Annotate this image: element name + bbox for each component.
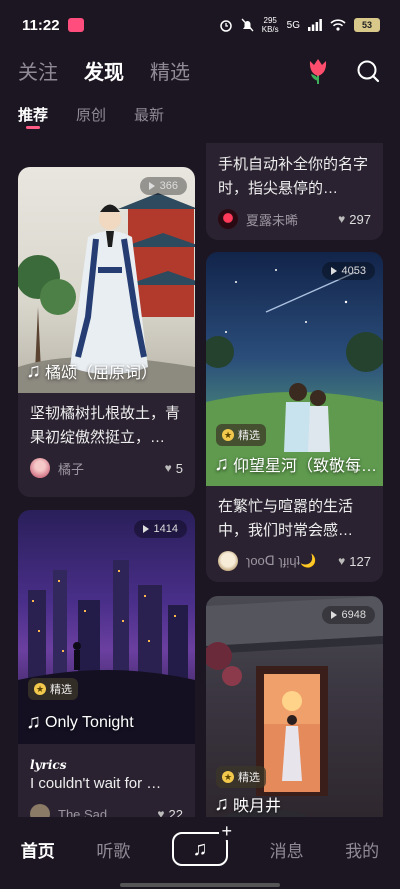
song-title: 映月井: [233, 798, 282, 815]
play-count: 6948: [321, 606, 375, 624]
star-icon: ★: [222, 429, 234, 441]
play-icon: [330, 267, 337, 275]
top-tabs: 关注 发现 精选: [18, 56, 190, 85]
card-cover[interactable]: 6948 ★ 精选 ♫ 映月井: [206, 596, 383, 818]
song-card[interactable]: 1414 ★ 精选 ♫ Only Tonight lyrics I couldn…: [18, 510, 195, 818]
featured-badge: ★ 精选: [28, 678, 78, 700]
heart-icon[interactable]: ♥: [165, 461, 172, 475]
avatar[interactable]: [218, 551, 238, 571]
play-count: 1414: [133, 520, 187, 538]
tab-featured[interactable]: 精选: [150, 56, 190, 85]
sub-tabs: 推荐 原创 最新: [18, 104, 164, 129]
plus-icon: +: [219, 821, 234, 841]
cover-illustration: [18, 560, 195, 744]
alarm-icon: [220, 20, 232, 32]
app-notification-icon: [67, 18, 84, 32]
cover-illustration: [206, 269, 383, 486]
bottom-nav: 首页 听歌 ♫ + 消息 我的: [0, 817, 400, 889]
song-title: Only Tonight: [45, 713, 134, 731]
song-title: 仰望星河（致敬每…: [233, 458, 378, 475]
song-card[interactable]: 366 ♫ 橘颂（屈原词） 坚韧橘树扎根故土，青果初绽傲然挺立，… 橘子 ♥ 5: [18, 167, 195, 497]
nav-listen[interactable]: 听歌: [96, 837, 130, 862]
play-icon: [148, 182, 155, 190]
avatar[interactable]: [218, 209, 238, 229]
card-cover[interactable]: 1414 ★ 精选 ♫ Only Tonight: [18, 510, 195, 744]
lyrics-label: lyrics: [30, 758, 67, 772]
net-speed-unit: KB/s: [261, 25, 279, 34]
like-count: 5: [175, 460, 183, 476]
nav-me[interactable]: 我的: [345, 837, 379, 862]
song-card[interactable]: 6948 ★ 精选 ♫ 映月井: [206, 596, 383, 818]
feed[interactable]: 手机自动补全你的名字时，指尖悬停的… 夏露未晞 ♥ 297 366 ♫ 橘颂（屈…: [0, 143, 400, 818]
like-count: 127: [349, 553, 371, 569]
play-count: 366: [139, 177, 187, 195]
play-icon: [330, 611, 337, 619]
create-music-button[interactable]: ♫ +: [171, 822, 234, 866]
music-note-icon: ♫: [214, 792, 229, 815]
network-type: 5G: [286, 19, 300, 31]
music-note-icon: ♫: [26, 359, 41, 382]
card-cover[interactable]: 4053 ★ 精选 ♫ 仰望星河（致敬每…: [206, 252, 383, 486]
avatar[interactable]: [30, 458, 50, 478]
card-description: 在繁忙与喧嚣的生活中，我们时常会感…: [218, 498, 354, 539]
music-note-icon: ♫: [214, 452, 229, 475]
card-cover[interactable]: 366 ♫ 橘颂（屈原词）: [18, 167, 195, 393]
subtab-recommend[interactable]: 推荐: [18, 104, 48, 129]
song-title: 橘颂（屈原词）: [45, 365, 158, 382]
star-icon: ★: [34, 683, 46, 695]
mute-icon: [241, 18, 254, 32]
status-time: 11:22: [22, 16, 60, 34]
home-indicator[interactable]: [120, 883, 280, 887]
nav-home[interactable]: 首页: [21, 837, 55, 862]
play-icon: [142, 525, 149, 533]
battery-indicator: 53: [354, 18, 380, 32]
avatar[interactable]: [30, 804, 50, 818]
author-name[interactable]: ɿooᗡ ɿɟᴉɥʇ🌙: [246, 553, 316, 569]
signal-icon: [308, 19, 322, 31]
net-speed-value: 295: [263, 16, 277, 25]
song-card[interactable]: 手机自动补全你的名字时，指尖悬停的… 夏露未晞 ♥ 297: [206, 143, 383, 240]
status-bar: 11:22 295 KB/s 5G 53: [0, 0, 400, 50]
tulip-icon[interactable]: [306, 57, 330, 85]
author-name[interactable]: 夏露未晞: [246, 210, 298, 229]
music-note-icon: ♫: [192, 837, 208, 860]
nav-messages[interactable]: 消息: [270, 837, 304, 862]
card-description: 坚韧橘树扎根故土，青果初绽傲然挺立，…: [30, 405, 181, 446]
featured-badge: ★ 精选: [216, 766, 266, 788]
tab-discover[interactable]: 发现: [84, 56, 124, 85]
wifi-icon: [330, 19, 346, 31]
like-count: 297: [349, 211, 371, 227]
play-count: 4053: [321, 262, 375, 280]
subtab-latest[interactable]: 最新: [134, 104, 164, 125]
subtab-original[interactable]: 原创: [76, 104, 106, 125]
card-description: 手机自动补全你的名字时，指尖悬停的…: [218, 156, 369, 197]
heart-icon[interactable]: ♥: [338, 212, 345, 226]
card-description: I couldn't wait for …: [30, 775, 162, 792]
author-name[interactable]: 橘子: [58, 459, 84, 478]
featured-badge: ★ 精选: [216, 424, 266, 446]
song-card[interactable]: 4053 ★ 精选 ♫ 仰望星河（致敬每… 在繁忙与喧嚣的生活中，我们时常会感……: [206, 252, 383, 582]
music-note-icon: ♫: [26, 711, 41, 733]
tab-follow[interactable]: 关注: [18, 56, 58, 85]
heart-icon[interactable]: ♥: [338, 554, 345, 568]
star-icon: ★: [222, 771, 234, 783]
search-icon[interactable]: [356, 59, 380, 83]
